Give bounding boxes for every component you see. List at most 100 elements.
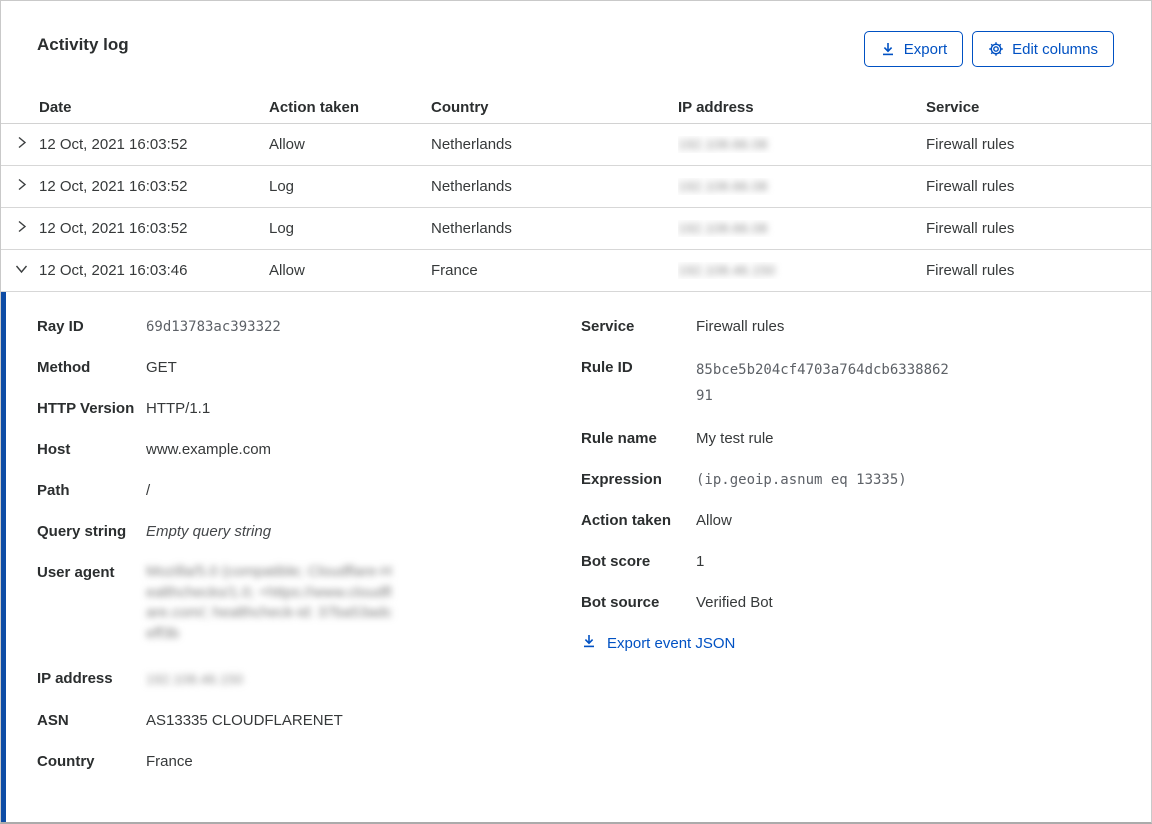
download-icon [880, 41, 896, 57]
detail-field-method: Method GET [37, 357, 581, 379]
export-event-json-link[interactable]: Export event JSON [581, 633, 735, 653]
field-value: France [146, 751, 193, 773]
gear-icon [988, 41, 1004, 57]
detail-field-path: Path / [37, 480, 581, 502]
detail-right-column: Service Firewall rules Rule ID 85bce5b20… [581, 316, 1151, 822]
cell-service: Firewall rules [926, 178, 1151, 195]
field-label: User agent [37, 562, 146, 644]
expand-toggle[interactable] [1, 219, 39, 238]
cell-country: Netherlands [431, 136, 678, 153]
cell-country: Netherlands [431, 178, 678, 195]
chevron-right-icon [14, 219, 29, 238]
table-row-expanded[interactable]: 12 Oct, 2021 16:03:46 Allow France 192.1… [1, 250, 1151, 292]
field-value: My test rule [696, 428, 774, 450]
col-header-country: Country [431, 99, 678, 116]
field-label: ASN [37, 710, 146, 732]
col-header-ip-address: IP address [678, 99, 926, 116]
cell-date: 12 Oct, 2021 16:03:46 [39, 262, 269, 279]
header-actions: Export Edit columns [864, 31, 1114, 67]
detail-field-user-agent: User agent Mozilla/5.0 (compatible; Clou… [37, 562, 581, 644]
field-value: Allow [696, 510, 732, 532]
field-label: Expression [581, 469, 696, 491]
detail-field-bot-score: Bot score 1 [581, 551, 1151, 573]
cell-action-taken: Log [269, 178, 431, 195]
cell-ip-address-redacted: 192.108.66.08 [678, 136, 926, 153]
cell-ip-address-redacted: 192.108.66.08 [678, 220, 926, 237]
cell-service: Firewall rules [926, 220, 1151, 237]
event-detail-panel: Ray ID 69d13783ac393322 Method GET HTTP … [1, 292, 1151, 822]
expand-toggle[interactable] [1, 135, 39, 154]
cell-country: Netherlands [431, 220, 678, 237]
detail-field-rule-id: Rule ID 85bce5b204cf4703a764dcb633886291 [581, 357, 1151, 409]
field-label: Path [37, 480, 146, 502]
edit-columns-button[interactable]: Edit columns [972, 31, 1114, 67]
table-row[interactable]: 12 Oct, 2021 16:03:52 Log Netherlands 19… [1, 166, 1151, 208]
detail-field-country: Country France [37, 751, 581, 773]
cell-country: France [431, 262, 678, 279]
field-value: GET [146, 357, 177, 379]
cell-service: Firewall rules [926, 136, 1151, 153]
detail-field-action-taken: Action taken Allow [581, 510, 1151, 532]
edit-columns-button-label: Edit columns [1012, 41, 1098, 58]
field-value: Verified Bot [696, 592, 773, 614]
table-row[interactable]: 12 Oct, 2021 16:03:52 Log Netherlands 19… [1, 208, 1151, 250]
detail-field-host: Host www.example.com [37, 439, 581, 461]
field-label: Bot source [581, 592, 696, 614]
detail-field-asn: ASN AS13335 CLOUDFLARENET [37, 710, 581, 732]
field-label: Service [581, 316, 696, 338]
export-button[interactable]: Export [864, 31, 963, 67]
field-label: Host [37, 439, 146, 461]
expand-toggle[interactable] [1, 177, 39, 196]
field-value: HTTP/1.1 [146, 398, 210, 420]
export-button-label: Export [904, 41, 947, 58]
detail-field-http-version: HTTP Version HTTP/1.1 [37, 398, 581, 420]
field-label: Rule ID [581, 357, 696, 409]
field-value: 69d13783ac393322 [146, 316, 281, 338]
col-header-service: Service [926, 99, 1151, 116]
col-header-action-taken: Action taken [269, 99, 431, 116]
detail-field-expression: Expression (ip.geoip.asnum eq 13335) [581, 469, 1151, 491]
field-value: AS13335 CLOUDFLARENET [146, 710, 343, 732]
activity-table: Date Action taken Country IP address Ser… [1, 91, 1151, 292]
page-title: Activity log [37, 35, 129, 55]
field-label: Rule name [581, 428, 696, 450]
field-value-redacted: Mozilla/5.0 (compatible; Cloudflare-Heal… [146, 562, 398, 644]
field-value: www.example.com [146, 439, 271, 461]
detail-field-bot-source: Bot source Verified Bot [581, 592, 1151, 614]
field-label: Query string [37, 521, 146, 543]
field-label: Action taken [581, 510, 696, 532]
field-value: (ip.geoip.asnum eq 13335) [696, 469, 907, 491]
download-icon [581, 633, 597, 653]
cell-date: 12 Oct, 2021 16:03:52 [39, 136, 269, 153]
col-header-date: Date [39, 99, 269, 116]
export-event-json-label: Export event JSON [607, 635, 735, 652]
table-row[interactable]: 12 Oct, 2021 16:03:52 Allow Netherlands … [1, 124, 1151, 166]
header: Activity log Export Edit c [1, 1, 1151, 91]
cell-ip-address-redacted: 192.108.66.08 [678, 178, 926, 195]
field-label: Method [37, 357, 146, 379]
field-label: Ray ID [37, 316, 146, 338]
field-value: Firewall rules [696, 316, 784, 338]
detail-field-ip-address: IP address 192.108.46.150 [37, 668, 581, 691]
detail-field-ray-id: Ray ID 69d13783ac393322 [37, 316, 581, 338]
cell-action-taken: Log [269, 220, 431, 237]
cell-action-taken: Allow [269, 136, 431, 153]
detail-field-query-string: Query string Empty query string [37, 521, 581, 543]
field-label: Bot score [581, 551, 696, 573]
field-label: Country [37, 751, 146, 773]
detail-left-column: Ray ID 69d13783ac393322 Method GET HTTP … [37, 316, 581, 822]
field-value-redacted: 192.108.46.150 [146, 668, 243, 690]
field-value: 85bce5b204cf4703a764dcb633886291 [696, 357, 952, 409]
chevron-right-icon [14, 177, 29, 196]
cell-service: Firewall rules [926, 262, 1151, 279]
chevron-down-icon [14, 261, 29, 280]
field-value: 1 [696, 551, 704, 573]
chevron-right-icon [14, 135, 29, 154]
collapse-toggle[interactable] [1, 261, 39, 280]
field-label: IP address [37, 668, 146, 691]
field-label: HTTP Version [37, 398, 146, 420]
field-value: / [146, 480, 150, 502]
cell-date: 12 Oct, 2021 16:03:52 [39, 220, 269, 237]
cell-ip-address-redacted: 192.108.46.150 [678, 262, 926, 279]
table-header-row: Date Action taken Country IP address Ser… [1, 91, 1151, 124]
